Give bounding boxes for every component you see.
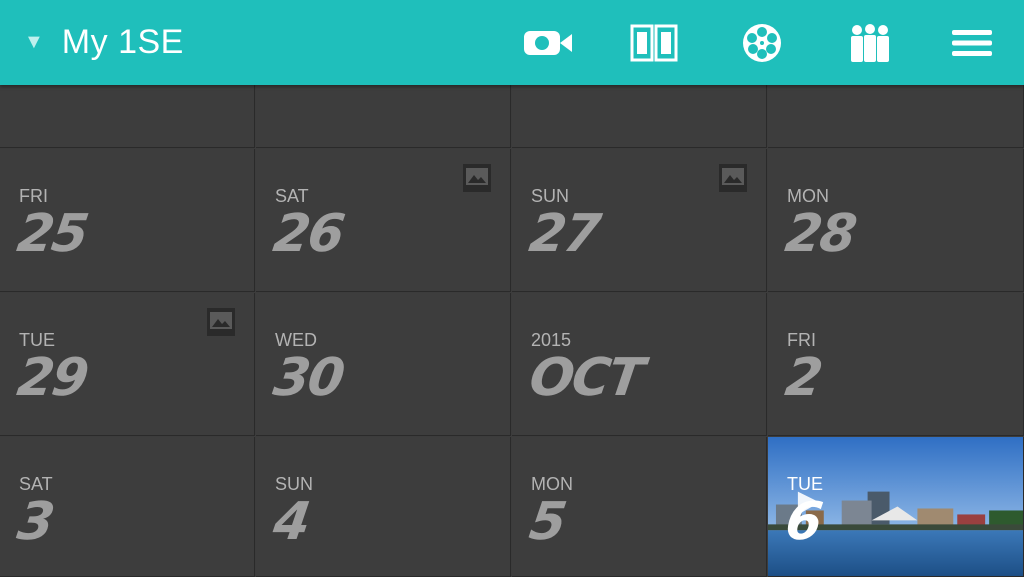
- record-button[interactable]: [522, 22, 574, 64]
- photo-icon: [719, 164, 747, 192]
- day-number: 25: [13, 204, 91, 264]
- video-camera-icon: [524, 31, 572, 55]
- project-title: My 1SE: [61, 23, 184, 61]
- day-cell-28[interactable]: MON 28: [768, 149, 1024, 292]
- day-cell-25[interactable]: FRI 25: [0, 149, 255, 292]
- photo-icon: [463, 164, 491, 192]
- day-number: 26: [269, 204, 347, 264]
- film-reel-icon: [743, 24, 781, 62]
- month-label: OCT: [525, 348, 647, 408]
- month-cell-oct[interactable]: 2015 OCT: [512, 293, 767, 436]
- day-cell-5[interactable]: MON 5: [512, 437, 767, 577]
- day-number: 29: [13, 348, 91, 408]
- group-icon: [851, 24, 889, 62]
- project-selector[interactable]: ▼ My 1SE: [24, 0, 184, 85]
- caret-down-icon: ▼: [24, 31, 44, 53]
- day-number: 5: [525, 492, 569, 552]
- day-number: 3: [13, 492, 57, 552]
- social-button[interactable]: [844, 22, 896, 64]
- clips-button[interactable]: [628, 22, 680, 64]
- day-number: 27: [525, 204, 603, 264]
- day-number: 30: [269, 348, 347, 408]
- day-cell-2[interactable]: FRI 2: [768, 293, 1024, 436]
- day-number: 4: [269, 492, 313, 552]
- day-cell-6-video[interactable]: TUE 6: [768, 437, 1024, 577]
- day-cell-4[interactable]: SUN 4: [256, 437, 511, 577]
- filmstrip-icon: [630, 24, 678, 62]
- day-cell-29[interactable]: TUE 29: [0, 293, 255, 436]
- top-app-bar: ▼ My 1SE: [0, 0, 1024, 85]
- calendar-grid: 21 22 23 24 FRI 25 SAT 26 SUN 27 MON 28: [0, 0, 1024, 577]
- photo-icon: [207, 308, 235, 336]
- menu-button[interactable]: [946, 22, 998, 64]
- hamburger-menu-icon: [952, 30, 992, 56]
- day-cell-26[interactable]: SAT 26: [256, 149, 511, 292]
- movie-button[interactable]: [736, 22, 788, 64]
- day-cell-30[interactable]: WED 30: [256, 293, 511, 436]
- day-number: 2: [781, 348, 825, 408]
- day-cell-3[interactable]: SAT 3: [0, 437, 255, 577]
- day-number: 28: [781, 204, 859, 264]
- day-cell-27[interactable]: SUN 27: [512, 149, 767, 292]
